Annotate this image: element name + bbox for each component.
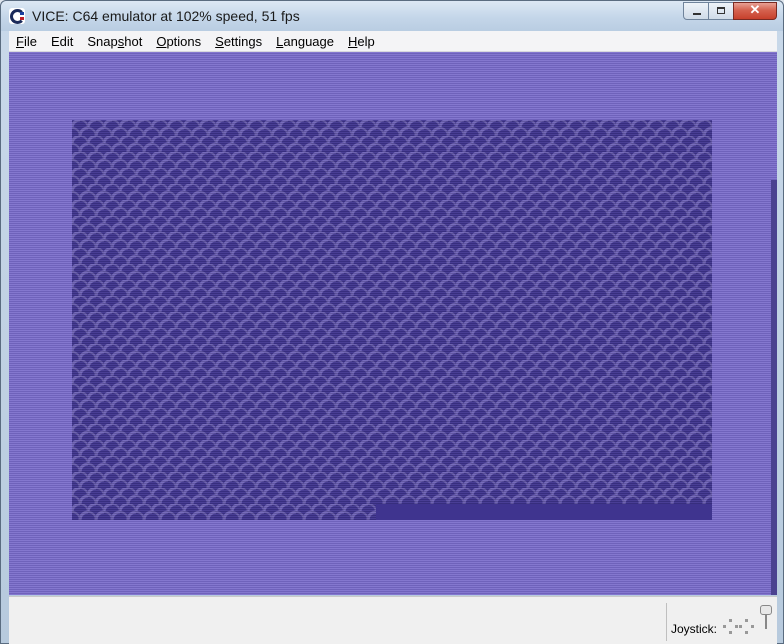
joystick-indicator-icon[interactable] [723, 619, 755, 635]
maximize-button[interactable] [708, 2, 734, 20]
menu-bar: File Edit Snapshot Options Settings Lang… [9, 31, 777, 52]
status-divider [666, 603, 667, 641]
truchet-pattern [72, 120, 712, 520]
close-button[interactable]: ✕ [733, 2, 777, 20]
status-bar: Joystick: [9, 596, 777, 644]
menu-settings[interactable]: Settings [208, 34, 269, 49]
close-icon: ✕ [749, 2, 761, 17]
menu-edit[interactable]: Edit [44, 34, 80, 49]
minimize-icon [693, 13, 701, 15]
maximize-icon [717, 7, 725, 14]
display-bottom-bar [376, 504, 712, 520]
caption-buttons: ✕ [683, 2, 777, 20]
title-bar[interactable]: VICE: C64 emulator at 102% speed, 51 fps… [1, 1, 783, 31]
menu-file[interactable]: File [9, 34, 44, 49]
commodore-logo-icon[interactable] [9, 8, 25, 24]
minimize-button[interactable] [683, 2, 709, 20]
menu-snapshot[interactable]: Snapshot [80, 34, 149, 49]
menu-options[interactable]: Options [149, 34, 208, 49]
c64-display-area [72, 120, 712, 520]
emulator-screen[interactable] [9, 52, 777, 595]
joystick-label: Joystick: [671, 622, 718, 636]
menu-language[interactable]: Language [269, 34, 341, 49]
vice-window: VICE: C64 emulator at 102% speed, 51 fps… [0, 0, 784, 644]
joystick-icon[interactable] [759, 605, 773, 635]
window-title: VICE: C64 emulator at 102% speed, 51 fps [32, 8, 300, 24]
screen-edge-strip [771, 180, 777, 595]
menu-help[interactable]: Help [341, 34, 382, 49]
